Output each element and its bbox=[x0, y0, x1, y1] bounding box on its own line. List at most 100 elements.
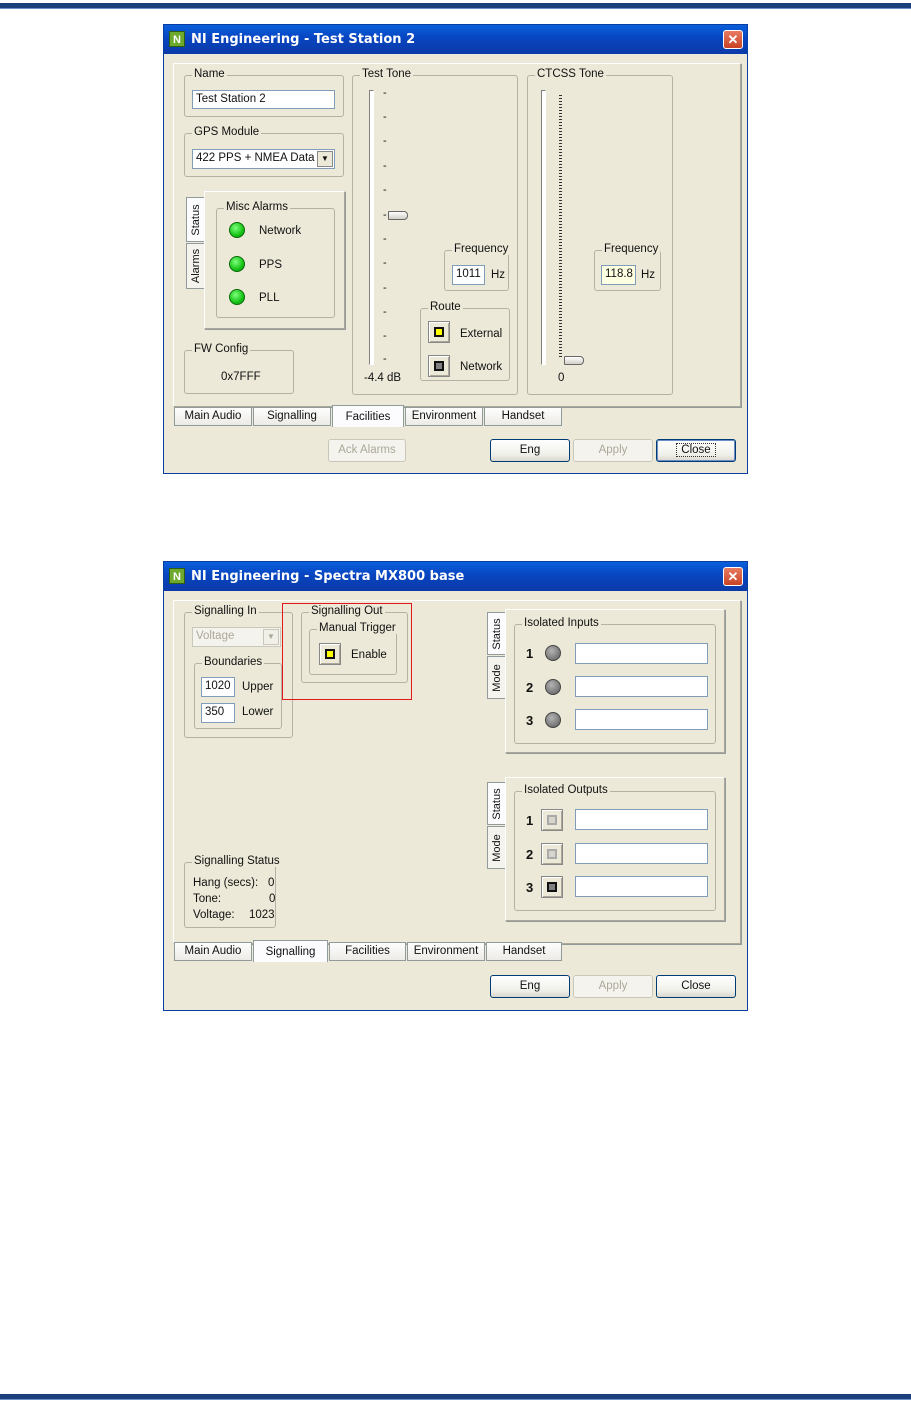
test-tone-slider-handle[interactable] bbox=[388, 211, 408, 220]
name-input[interactable]: Test Station 2 bbox=[192, 90, 335, 109]
tab-inputs-status[interactable]: Status bbox=[487, 612, 506, 655]
hang-value: 0 bbox=[268, 877, 275, 889]
tab-inputs-mode[interactable]: Mode bbox=[487, 656, 506, 699]
fw-config-title: FW Config bbox=[192, 343, 251, 355]
close-icon[interactable]: ✕ bbox=[723, 567, 743, 586]
gps-group-title: GPS Module bbox=[192, 126, 262, 138]
ctcss-level: 0 bbox=[558, 372, 565, 384]
test-tone-frequency-unit: Hz bbox=[491, 269, 506, 281]
signalling-in-title: Signalling In bbox=[192, 605, 259, 617]
tab-outputs-mode[interactable]: Mode bbox=[487, 826, 506, 869]
tab-handset[interactable]: Handset bbox=[484, 407, 562, 426]
upper-boundary-input[interactable]: 1020 bbox=[201, 677, 235, 697]
close-button[interactable]: Close bbox=[656, 439, 736, 462]
close-button-label: Close bbox=[676, 443, 716, 457]
dialog-test-station: N NI Engineering - Test Station 2 ✕ Name… bbox=[163, 24, 748, 474]
output-3-button[interactable] bbox=[541, 876, 563, 898]
test-tone-title: Test Tone bbox=[360, 68, 414, 80]
test-tone-level: -4.4 dB bbox=[364, 372, 402, 384]
output-2-button[interactable] bbox=[541, 843, 563, 865]
ctcss-frequency-input[interactable]: 118.8 bbox=[601, 265, 636, 285]
ctcss-slider-track bbox=[541, 90, 546, 365]
output-3-field[interactable] bbox=[575, 876, 708, 897]
upper-label: Upper bbox=[242, 681, 274, 693]
app-icon: N bbox=[169, 568, 185, 584]
input-3-field[interactable] bbox=[575, 709, 708, 730]
ctcss-frequency-title: Frequency bbox=[602, 243, 661, 255]
tab-environment[interactable]: Environment bbox=[407, 942, 485, 961]
tab-main-audio[interactable]: Main Audio bbox=[174, 407, 252, 426]
ctcss-slider-handle[interactable] bbox=[564, 356, 584, 365]
dropdown-arrow-icon[interactable]: ▼ bbox=[263, 629, 279, 645]
voltage-value: 1023 bbox=[249, 909, 275, 921]
tab-outputs-status[interactable]: Status bbox=[487, 782, 506, 825]
ctcss-tone-title: CTCSS Tone bbox=[535, 68, 606, 80]
close-icon[interactable]: ✕ bbox=[723, 30, 743, 49]
tab-facilities[interactable]: Facilities bbox=[332, 405, 404, 427]
tab-handset[interactable]: Handset bbox=[486, 942, 562, 961]
dropdown-arrow-icon[interactable]: ▼ bbox=[317, 151, 333, 167]
tab-facilities[interactable]: Facilities bbox=[329, 942, 406, 961]
tab-alarms[interactable]: Alarms bbox=[186, 243, 205, 289]
network-label: Network bbox=[259, 225, 302, 237]
output-2-number: 2 bbox=[526, 847, 534, 862]
lower-boundary-input[interactable]: 350 bbox=[201, 703, 235, 723]
top-rule bbox=[0, 3, 911, 9]
input-3-number: 3 bbox=[526, 713, 534, 728]
input-2-led bbox=[545, 679, 561, 695]
pps-led bbox=[229, 256, 245, 272]
output-3-number: 3 bbox=[526, 880, 534, 895]
ctcss-frequency-unit: Hz bbox=[641, 269, 656, 281]
tone-value: 0 bbox=[269, 893, 276, 905]
voltage-label: Voltage: bbox=[193, 909, 235, 921]
output-1-button[interactable] bbox=[541, 809, 563, 831]
tab-environment[interactable]: Environment bbox=[405, 407, 483, 426]
ack-alarms-button[interactable]: Ack Alarms bbox=[328, 439, 406, 462]
route-title: Route bbox=[428, 301, 463, 313]
ctcss-tone-group: CTCSS Tone bbox=[527, 68, 673, 395]
highlight-box bbox=[282, 603, 412, 700]
output-1-field[interactable] bbox=[575, 809, 708, 830]
apply-button[interactable]: Apply bbox=[573, 439, 653, 462]
test-tone-frequency-input[interactable]: 1011 bbox=[452, 265, 485, 285]
close-button[interactable]: Close bbox=[656, 975, 736, 998]
input-1-led bbox=[545, 645, 561, 661]
title-bar[interactable]: N NI Engineering - Spectra MX800 base ✕ bbox=[164, 562, 747, 591]
lower-label: Lower bbox=[242, 706, 274, 718]
tab-main-audio[interactable]: Main Audio bbox=[174, 942, 252, 961]
ctcss-tick-scale bbox=[559, 95, 562, 358]
eng-button[interactable]: Eng bbox=[490, 439, 570, 462]
tab-signalling[interactable]: Signalling bbox=[253, 940, 328, 962]
eng-button[interactable]: Eng bbox=[490, 975, 570, 998]
network-route-label: Network bbox=[460, 361, 503, 373]
fw-config-value: 0x7FFF bbox=[221, 371, 261, 383]
input-2-field[interactable] bbox=[575, 676, 708, 697]
test-tone-frequency-title: Frequency bbox=[452, 243, 511, 255]
input-3-led bbox=[545, 712, 561, 728]
tab-status[interactable]: Status bbox=[186, 197, 205, 242]
tab-signalling[interactable]: Signalling bbox=[253, 407, 331, 426]
bottom-rule bbox=[0, 1394, 911, 1400]
input-1-field[interactable] bbox=[575, 643, 708, 664]
network-route-button[interactable] bbox=[428, 355, 450, 377]
isolated-outputs-title: Isolated Outputs bbox=[522, 784, 610, 796]
pps-label: PPS bbox=[259, 259, 283, 271]
input-1-number: 1 bbox=[526, 646, 534, 661]
pll-label: PLL bbox=[259, 292, 280, 304]
window-title: NI Engineering - Test Station 2 bbox=[191, 32, 416, 47]
dialog-spectra-mx800: N NI Engineering - Spectra MX800 base ✕ … bbox=[163, 561, 748, 1011]
apply-button[interactable]: Apply bbox=[573, 975, 653, 998]
test-tone-slider-track bbox=[369, 90, 374, 365]
output-2-field[interactable] bbox=[575, 843, 708, 864]
misc-alarms-title: Misc Alarms bbox=[224, 201, 290, 213]
signalling-in-select[interactable]: Voltage ▼ bbox=[192, 627, 281, 647]
pll-led bbox=[229, 289, 245, 305]
external-route-button[interactable] bbox=[428, 321, 450, 343]
gps-module-select[interactable]: 422 PPS + NMEA Data ▼ bbox=[192, 149, 335, 169]
title-bar[interactable]: N NI Engineering - Test Station 2 ✕ bbox=[164, 25, 747, 54]
input-2-number: 2 bbox=[526, 680, 534, 695]
tone-label: Tone: bbox=[193, 893, 222, 905]
boundaries-title: Boundaries bbox=[202, 656, 265, 668]
hang-label: Hang (secs): bbox=[193, 877, 259, 889]
output-1-number: 1 bbox=[526, 813, 534, 828]
